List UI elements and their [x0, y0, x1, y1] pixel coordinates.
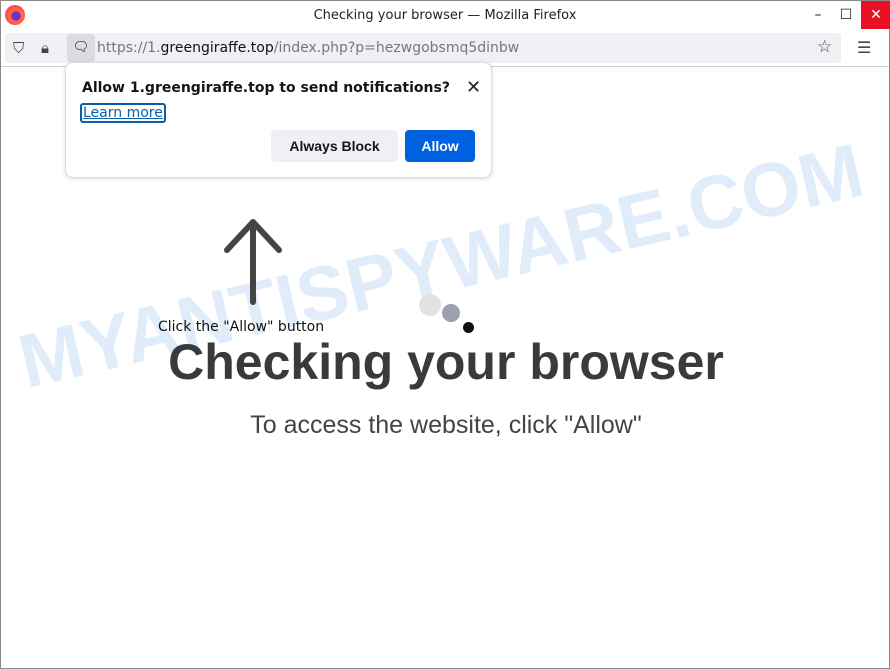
url-domain: greengiraffe.top [160, 40, 274, 56]
window-title: Checking your browser — Mozilla Firefox [313, 8, 577, 23]
bookmark-star-icon[interactable]: ☆ [817, 37, 832, 57]
url-text[interactable]: https://1.greengiraffe.top/index.php?p=h… [97, 40, 519, 56]
minimize-button[interactable]: – [803, 1, 833, 29]
notification-permission-popup: Allow 1.greengiraffe.top to send notific… [65, 62, 492, 178]
notification-permission-icon[interactable]: 🗨︎ [67, 34, 95, 62]
page-subtext: To access the website, click "Allow" [250, 411, 642, 439]
url-path: /index.php?p=hezwgobsmq5dinbw [273, 40, 520, 56]
close-button[interactable]: ✕ [861, 1, 890, 29]
spinner-dot [419, 294, 441, 316]
url-bar[interactable]: ⛉ 🔒︎ 🗨︎ https://1.greengiraffe.top/index… [5, 33, 841, 63]
title-bar: Checking your browser — Mozilla Firefox … [1, 1, 890, 31]
popup-question: Allow 1.greengiraffe.top to send notific… [82, 80, 450, 96]
allow-button[interactable]: Allow [405, 130, 475, 162]
shield-icon[interactable]: ⛉ [13, 39, 24, 57]
page-heading: Checking your browser [168, 334, 724, 390]
spinner-dot [463, 322, 474, 333]
spinner-dot [442, 304, 460, 322]
lock-icon[interactable]: 🔒︎ [41, 39, 49, 57]
close-icon[interactable]: ✕ [466, 77, 481, 98]
learn-more-link[interactable]: Learn more [80, 103, 166, 123]
maximize-button[interactable]: ☐ [831, 1, 861, 29]
always-block-button[interactable]: Always Block [271, 130, 398, 162]
url-scheme: https://1. [97, 40, 161, 56]
arrow-up-icon [224, 219, 282, 305]
hamburger-menu-icon[interactable]: ☰ [857, 38, 871, 57]
